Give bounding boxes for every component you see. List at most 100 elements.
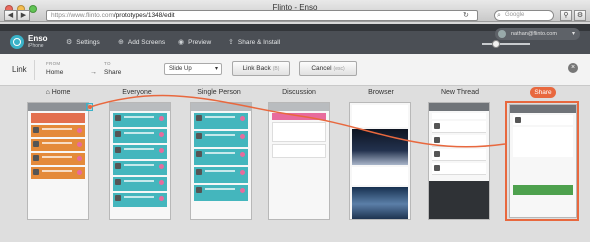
from-caption: FROM	[46, 61, 61, 66]
link-back-shortcut: (B)	[272, 66, 280, 72]
screen-header	[269, 103, 329, 111]
enso-logo-icon	[10, 35, 24, 49]
bookmark-icon[interactable]: ⚲	[560, 10, 572, 21]
list-item	[113, 129, 167, 143]
list-item	[31, 125, 85, 137]
transition-select[interactable]: Slide Up ▾	[164, 63, 222, 75]
app-header: Enso iPhone ⚙ Settings ⊕ Add Screens ◉ Prev…	[0, 24, 590, 54]
list-item	[113, 193, 167, 207]
screen-discussion[interactable]	[268, 102, 330, 220]
cancel-shortcut: (esc)	[333, 66, 345, 72]
list-item	[113, 145, 167, 159]
list-item	[194, 149, 248, 165]
search-icon: ⌕	[497, 12, 501, 19]
list-item	[432, 113, 486, 119]
screen-new-thread[interactable]	[428, 102, 490, 220]
screen-title-single-person: Single Person	[197, 89, 241, 96]
share-install-button[interactable]: ⇪ Share & Install	[228, 38, 280, 46]
address-bar[interactable]: https://www.flinto.com/prototypes/1348/e…	[46, 10, 478, 21]
list-item	[272, 144, 326, 158]
screen-title-share[interactable]: Share	[530, 87, 556, 98]
screen-home[interactable]	[27, 102, 89, 220]
cancel-label: Cancel	[311, 65, 332, 72]
zoom-slider-handle[interactable]	[492, 40, 501, 48]
url-host: https://www.flinto.com	[51, 12, 114, 19]
screen-everyone[interactable]	[109, 102, 171, 220]
cancel-button[interactable]: Cancel (esc)	[299, 61, 357, 76]
preview-label: Preview	[188, 39, 212, 46]
search-placeholder: Google	[505, 12, 525, 18]
to-caption: TO	[104, 61, 111, 66]
list-item	[31, 139, 85, 151]
to-screen: Share	[104, 69, 122, 76]
list-item	[432, 135, 486, 147]
link-back-label: Link Back	[242, 65, 271, 72]
forward-button[interactable]: ▶	[17, 10, 30, 21]
divider	[34, 60, 35, 80]
photo	[352, 129, 408, 165]
close-icon[interactable]: ×	[568, 63, 578, 73]
browser-toolbar: ◀ ▶ https://www.flinto.com/prototypes/13…	[0, 10, 590, 24]
screen-header	[191, 103, 251, 111]
list-item	[31, 113, 85, 123]
plus-circle-icon: ⊕	[118, 39, 124, 46]
list-item	[194, 185, 248, 201]
link-title: Link	[12, 65, 27, 74]
url-path: /prototypes/1348/edit	[113, 12, 175, 19]
project-name: Enso	[28, 34, 48, 43]
screen-header	[110, 103, 170, 111]
screen-single-person[interactable]	[190, 102, 252, 220]
list-item	[432, 149, 486, 161]
from-screen: Home	[46, 69, 64, 76]
list-item	[113, 161, 167, 175]
screen-title-discussion: Discussion	[282, 89, 316, 96]
reload-icon[interactable]: ↻	[463, 12, 471, 20]
list-item	[352, 105, 408, 127]
history-buttons: ◀ ▶	[4, 10, 30, 21]
back-button[interactable]: ◀	[4, 10, 17, 21]
link-hotspot[interactable]	[86, 103, 93, 111]
eye-icon: ◉	[178, 39, 185, 46]
screen-title-home: ⌂ Home	[45, 89, 71, 96]
list-item	[113, 177, 167, 191]
photo	[352, 187, 408, 219]
list-item	[31, 153, 85, 165]
settings-icon[interactable]: ⚙	[574, 10, 586, 21]
settings-label: Settings	[76, 39, 100, 46]
transition-value: Slide Up	[169, 66, 192, 72]
link-back-button[interactable]: Link Back (B)	[232, 61, 290, 76]
selected-screen-outline	[505, 101, 579, 221]
arrow-right-icon: →	[90, 69, 97, 76]
share-install-label: Share & Install	[237, 39, 281, 46]
keyboard	[429, 181, 489, 219]
list-item	[113, 113, 167, 127]
list-item	[194, 113, 248, 129]
list-item	[272, 113, 326, 120]
screen-title-new-thread: New Thread	[440, 89, 479, 96]
search-field[interactable]: ⌕ Google	[494, 10, 554, 21]
list-item	[194, 167, 248, 183]
list-item	[194, 131, 248, 147]
add-screens-label: Add Screens	[127, 39, 166, 46]
screen-header	[28, 103, 88, 111]
user-menu[interactable]: nathan@flinto.com ▾	[495, 28, 580, 40]
screen-browser[interactable]	[349, 102, 411, 220]
preview-button[interactable]: ◉ Preview	[178, 38, 211, 46]
device-label: iPhone	[28, 43, 44, 49]
add-screens-button[interactable]: ⊕ Add Screens	[118, 38, 165, 46]
list-item	[272, 122, 326, 142]
list-item	[432, 163, 486, 175]
screen-title-everyone: Everyone	[122, 89, 152, 96]
avatar	[498, 30, 506, 38]
link-editor-bar: Link FROM Home → TO Share Slide Up ▾ Lin…	[0, 54, 590, 86]
screens-canvas: ⌂ Home Everyone Single Person Discussion…	[0, 86, 590, 242]
zoom-slider[interactable]	[482, 43, 530, 45]
list-item	[352, 167, 408, 185]
chevron-down-icon: ▾	[214, 66, 218, 72]
list-item	[432, 121, 486, 133]
screen-header	[429, 103, 489, 111]
chevron-down-icon: ▾	[571, 31, 575, 37]
settings-button[interactable]: ⚙ Settings	[66, 38, 100, 46]
browser-extra-buttons: ⚲ ⚙	[560, 10, 586, 21]
screen-title-browser: Browser	[368, 89, 394, 96]
